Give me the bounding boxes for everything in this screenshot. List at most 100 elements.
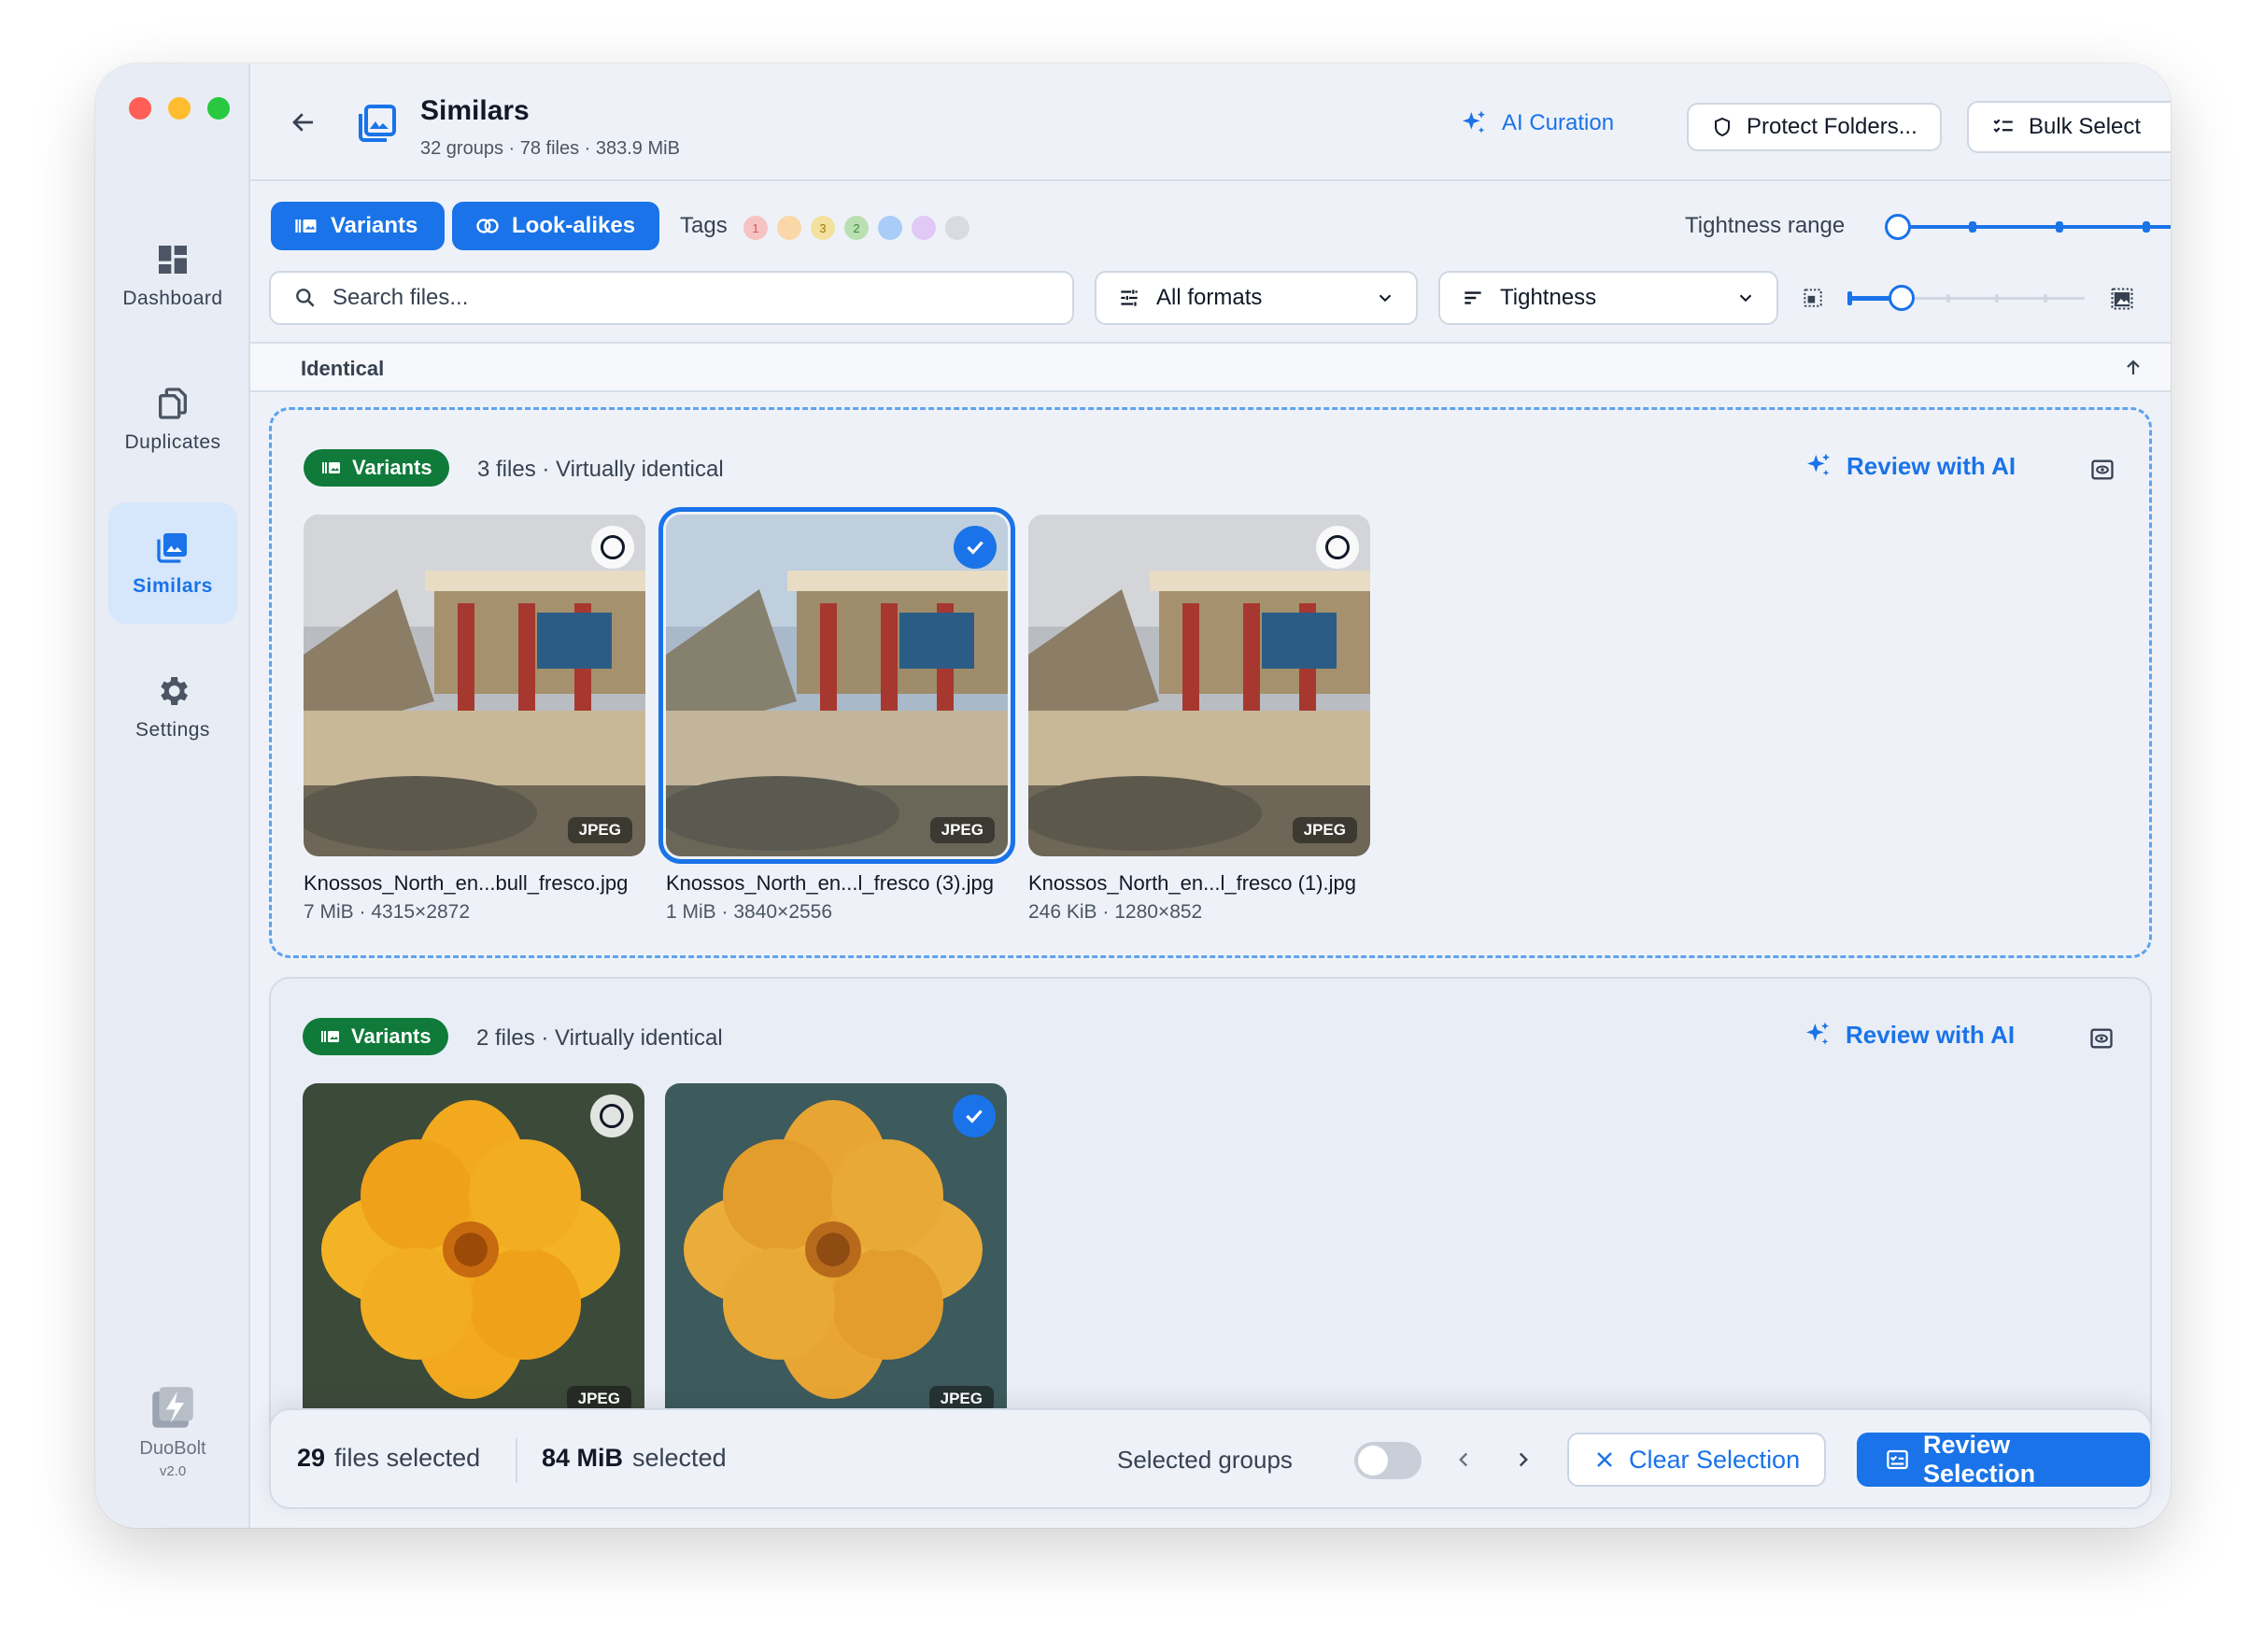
duobolt-logo-icon — [152, 1387, 193, 1428]
file-thumbnail[interactable]: JPEG — [665, 1083, 1007, 1425]
shield-icon — [1715, 117, 1730, 137]
search-input[interactable]: Search files... — [269, 271, 1074, 325]
palace-photo — [1028, 515, 1370, 856]
clear-selection-label: Clear Selection — [1629, 1445, 1801, 1474]
unchecked-circle-icon — [1325, 535, 1350, 559]
back-arrow-icon[interactable] — [290, 108, 318, 136]
file-thumbnail[interactable]: JPEG — [303, 1083, 644, 1425]
similars-icon — [157, 533, 187, 563]
tab-lookalikes-label: Look-alikes — [512, 213, 636, 238]
tag-filter-2[interactable] — [777, 216, 801, 240]
sparkle-icon — [1806, 1022, 1829, 1045]
sidebar-item-label: Settings — [135, 719, 210, 741]
sidebar-item-label: Dashboard — [122, 288, 223, 309]
file-meta: 1 MiB · 3840×2556 — [666, 901, 833, 923]
tab-variants-label: Variants — [331, 213, 418, 238]
preview-icon[interactable] — [2088, 1025, 2115, 1052]
range-min-handle[interactable] — [1885, 214, 1911, 240]
file-meta: 7 MiB · 4315×2872 — [304, 901, 471, 923]
sidebar-item-settings[interactable]: Settings — [108, 646, 237, 768]
arrow-up-icon[interactable] — [2122, 357, 2144, 379]
tags-label: Tags — [680, 213, 728, 238]
bulk-select-dropdown[interactable]: Bulk Select — [1967, 101, 2171, 153]
file-name: Knossos_North_en...bull_fresco.jpg — [304, 871, 629, 895]
chevron-right-icon[interactable] — [1511, 1447, 1535, 1472]
ai-curation-button[interactable]: AI Curation — [1459, 108, 1614, 138]
clear-selection-button[interactable]: Clear Selection — [1567, 1433, 1827, 1487]
format-badge: JPEG — [567, 817, 632, 843]
variants-badge: Variants — [304, 449, 449, 487]
variants-icon — [321, 1031, 339, 1042]
select-checkbox[interactable] — [953, 1094, 996, 1137]
select-checkbox[interactable] — [591, 526, 634, 569]
checkmark-icon — [967, 541, 983, 555]
group-info: 3 files · Virtually identical — [477, 457, 724, 482]
thumbnail-size-handle[interactable] — [1889, 285, 1915, 311]
tag-filter-3[interactable]: 3 — [811, 216, 835, 240]
footer-divider — [516, 1438, 517, 1483]
tag-filter-1[interactable]: 1 — [743, 216, 768, 240]
brand-name: DuoBolt — [139, 1438, 206, 1459]
file-thumbnail[interactable]: JPEG — [658, 507, 1015, 864]
select-checkbox[interactable] — [590, 1094, 633, 1137]
select-checkbox[interactable] — [1316, 526, 1359, 569]
sort-dropdown[interactable]: Tightness — [1438, 271, 1778, 325]
slider-tick — [2044, 294, 2047, 303]
close-window-button[interactable] — [129, 97, 151, 120]
page-title: Similars — [420, 95, 530, 126]
sidebar: Dashboard Duplicates Similars Settings D… — [95, 64, 250, 1528]
review-with-ai-button[interactable]: Review with AI — [1803, 1020, 2015, 1050]
group-info: 2 files · Virtually identical — [476, 1025, 723, 1051]
tag-filter-4[interactable]: 2 — [844, 216, 869, 240]
tab-variants[interactable]: Variants — [271, 202, 445, 250]
app-window: Dashboard Duplicates Similars Settings D… — [95, 64, 2171, 1528]
minimize-window-button[interactable] — [168, 97, 191, 120]
format-filter-dropdown[interactable]: All formats — [1095, 271, 1418, 325]
review-selection-button[interactable]: Review Selection — [1857, 1431, 2150, 1488]
review-with-ai-button[interactable]: Review with AI — [1804, 451, 2016, 481]
selected-groups-toggle[interactable] — [1354, 1442, 1422, 1479]
sort-icon — [1465, 291, 1481, 304]
palace-photo — [304, 515, 645, 856]
sidebar-item-dashboard[interactable]: Dashboard — [108, 215, 237, 336]
chevron-left-icon[interactable] — [1451, 1447, 1476, 1472]
file-name: Knossos_North_en...l_fresco (1).jpg — [1028, 871, 1356, 895]
brand-version: v2.0 — [159, 1463, 187, 1479]
lookalikes-icon — [476, 219, 499, 233]
file-thumbnail[interactable]: JPEG — [304, 515, 645, 856]
section-identical-header[interactable]: Identical — [250, 342, 2171, 392]
unchecked-circle-icon — [601, 535, 625, 559]
sidebar-item-duplicates[interactable]: Duplicates — [108, 359, 237, 480]
badge-label: Variants — [351, 1024, 432, 1048]
tag-filter-6[interactable] — [912, 216, 936, 240]
ai-curation-label: AI Curation — [1502, 110, 1615, 135]
files-selected-count: 29 — [297, 1444, 326, 1472]
preview-icon[interactable] — [2089, 457, 2115, 483]
size-selected-label: selected — [632, 1444, 727, 1472]
page-subtitle: 32 groups · 78 files · 383.9 MiB — [420, 138, 680, 159]
tag-filter-4-label: 2 — [853, 220, 860, 235]
file-thumbnail[interactable]: JPEG — [1028, 515, 1370, 856]
search-placeholder: Search files... — [333, 285, 469, 310]
tab-lookalikes[interactable]: Look-alikes — [452, 202, 659, 250]
slider-tick — [2143, 221, 2150, 233]
search-icon — [296, 289, 315, 307]
dashboard-icon — [159, 246, 187, 274]
tag-filter-7[interactable] — [945, 216, 969, 240]
zoom-window-button[interactable] — [207, 97, 230, 120]
bulk-select-label: Bulk Select — [2029, 114, 2142, 139]
unchecked-circle-icon — [600, 1104, 624, 1128]
similar-group: Variants 3 files · Virtually identical R… — [269, 407, 2152, 958]
sidebar-item-similars[interactable]: Similars — [108, 502, 237, 624]
format-filter-value: All formats — [1156, 285, 1263, 310]
close-icon — [1597, 1452, 1612, 1467]
tightness-range-slider[interactable] — [1885, 213, 2171, 241]
tightness-range-track — [1898, 225, 2171, 229]
select-checkbox[interactable] — [954, 526, 997, 569]
files-selected-label: files selected — [334, 1444, 481, 1472]
thumbnail-size-slider[interactable] — [1847, 284, 2088, 312]
tag-filter-5[interactable] — [878, 216, 902, 240]
protect-folders-button[interactable]: Protect Folders... — [1687, 103, 1942, 151]
selection-footer: 29 files selected 84 MiB selected Select… — [269, 1408, 2152, 1509]
review-selection-label: Review Selection — [1923, 1431, 2036, 1488]
